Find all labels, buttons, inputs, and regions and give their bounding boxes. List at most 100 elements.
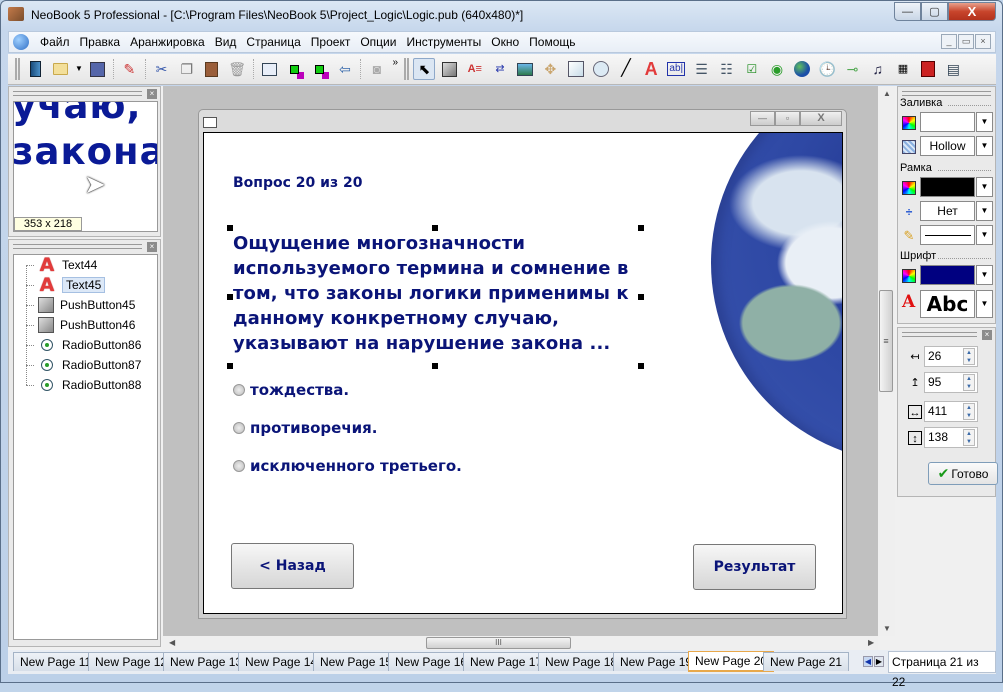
answer-option[interactable]: тождества. xyxy=(233,381,349,399)
paste-icon[interactable] xyxy=(201,58,223,80)
list-box-icon[interactable]: ☰ xyxy=(690,58,712,80)
tab-page[interactable]: New Page 20 xyxy=(688,651,775,672)
page-close-button[interactable]: X xyxy=(800,111,842,126)
title-bar[interactable]: NeoBook 5 Professional - [C:\Program Fil… xyxy=(1,1,1002,29)
menu-window[interactable]: Окно xyxy=(486,35,524,49)
border-width-select[interactable]: Нет xyxy=(920,201,975,221)
text-entry-icon[interactable]: ab| xyxy=(665,58,687,80)
animation-icon[interactable]: ▦ xyxy=(892,58,914,80)
menu-page[interactable]: Страница xyxy=(241,35,305,49)
tree-item-text44[interactable]: A Text44 xyxy=(26,255,97,275)
panel-grip[interactable] xyxy=(902,91,991,96)
radio-button[interactable] xyxy=(233,384,245,396)
panel-grip[interactable] xyxy=(13,244,142,249)
close-icon[interactable]: × xyxy=(147,242,157,252)
toolbar-grip[interactable] xyxy=(15,58,20,80)
panel-grip[interactable] xyxy=(13,91,142,96)
properties-icon[interactable] xyxy=(258,58,280,80)
tab-page[interactable]: New Page 11 xyxy=(13,652,99,671)
text-object-icon[interactable]: A xyxy=(640,58,662,80)
answer-option[interactable]: исключенного третьего. xyxy=(233,457,462,475)
radio-button[interactable] xyxy=(233,422,245,434)
menu-file[interactable]: Файл xyxy=(35,35,75,49)
menu-help[interactable]: Помощь xyxy=(524,35,580,49)
web-browser-icon[interactable] xyxy=(791,58,813,80)
height-input[interactable]: 138 ▲ ▼ xyxy=(924,427,978,448)
y-position-input[interactable]: 95 ▲ ▼ xyxy=(924,372,978,393)
chevron-down-icon[interactable]: ▼ xyxy=(976,177,993,197)
horizontal-scrollbar[interactable]: ◀ III ▶ xyxy=(163,636,878,650)
line-icon[interactable]: ╱ xyxy=(615,58,637,80)
new-project-icon[interactable] xyxy=(25,58,47,80)
resize-handle[interactable] xyxy=(638,225,644,231)
resize-handle[interactable] xyxy=(227,363,233,369)
pointer-icon[interactable]: ⬉ xyxy=(413,58,436,80)
text-box-icon[interactable]: A≡ xyxy=(464,58,486,80)
mdi-close-button[interactable]: × xyxy=(975,34,991,49)
menu-edit[interactable]: Правка xyxy=(75,35,126,49)
tab-page[interactable]: New Page 14 xyxy=(238,652,325,671)
menu-options[interactable]: Опции xyxy=(355,35,401,49)
chevron-down-icon[interactable]: ▼ xyxy=(976,265,993,285)
page-surface[interactable]: Вопрос 20 из 20 Ощущение многозначности … xyxy=(203,132,843,614)
chevron-down-icon[interactable]: ▼ xyxy=(976,112,993,132)
result-button[interactable]: Результат xyxy=(693,544,816,590)
menu-view[interactable]: Вид xyxy=(210,35,242,49)
answer-option[interactable]: противоречия. xyxy=(233,419,377,437)
page-minimize-button[interactable]: — xyxy=(750,111,775,126)
menu-tools[interactable]: Инструменты xyxy=(401,35,486,49)
close-icon[interactable]: × xyxy=(147,89,157,99)
timer-icon[interactable]: 🕒 xyxy=(816,58,838,80)
tab-page[interactable]: New Page 16 xyxy=(388,652,475,671)
copy-icon[interactable]: ❐ xyxy=(176,58,198,80)
align-icon[interactable]: ◙ xyxy=(366,58,388,80)
width-input[interactable]: 411 ▲ ▼ xyxy=(924,401,978,422)
resize-handle[interactable] xyxy=(432,363,438,369)
cut-icon[interactable]: ✂ xyxy=(151,58,173,80)
group-icon[interactable] xyxy=(283,58,305,80)
trackbar-icon[interactable]: ⊸ xyxy=(842,58,864,80)
gallery-icon[interactable]: ▤ xyxy=(942,58,964,80)
tab-page[interactable]: New Page 13 xyxy=(163,652,250,671)
font-color-select[interactable] xyxy=(920,265,975,285)
spinner[interactable]: ▲ ▼ xyxy=(963,374,975,391)
tree-item-radiobutton86[interactable]: RadioButton86 xyxy=(26,335,141,355)
question-text[interactable]: Ощущение многозначности используемого те… xyxy=(233,231,643,356)
push-button-icon[interactable] xyxy=(439,58,461,80)
border-color-select[interactable] xyxy=(920,177,975,197)
resize-handle[interactable] xyxy=(227,225,233,231)
radio-button[interactable] xyxy=(233,460,245,472)
design-canvas[interactable]: — ▫ X Вопрос 20 из 20 Ощущение многознач… xyxy=(163,86,878,636)
tab-page[interactable]: New Page 18 xyxy=(538,652,625,671)
radio-button-icon[interactable]: ◉ xyxy=(766,58,788,80)
tab-page[interactable]: New Page 15 xyxy=(313,652,400,671)
back-button[interactable]: < Назад xyxy=(231,543,354,589)
resize-handle[interactable] xyxy=(638,294,644,300)
combo-box-icon[interactable]: ☷ xyxy=(716,58,738,80)
mdi-restore-button[interactable]: ▭ xyxy=(958,34,974,49)
tab-page[interactable]: New Page 21 xyxy=(763,652,850,671)
next-tab-icon[interactable]: ▶ xyxy=(874,656,884,667)
x-position-input[interactable]: 26 ▲ ▼ xyxy=(924,346,978,367)
spinner[interactable]: ▲ ▼ xyxy=(963,429,975,446)
resize-handle[interactable] xyxy=(227,294,233,300)
panel-grip[interactable] xyxy=(902,332,977,337)
mdi-minimize-button[interactable]: _ xyxy=(941,34,957,49)
rectangle-icon[interactable] xyxy=(565,58,587,80)
check-box-icon[interactable]: ☑ xyxy=(741,58,763,80)
ungroup-icon[interactable] xyxy=(309,58,331,80)
globe-icon[interactable] xyxy=(13,34,29,50)
maximize-button[interactable]: ▢ xyxy=(921,2,948,21)
media-player-icon[interactable]: ♫ xyxy=(867,58,889,80)
close-icon[interactable]: × xyxy=(982,330,992,340)
done-button[interactable]: ✔ Готово xyxy=(928,462,998,485)
delete-icon[interactable]: 🗑 xyxy=(226,58,248,80)
fill-color-select[interactable] xyxy=(920,112,975,132)
toolbar-grip-2[interactable] xyxy=(403,58,409,80)
tree-item-pushbutton46[interactable]: PushButton46 xyxy=(26,315,135,335)
chevron-down-icon[interactable]: ▼ xyxy=(976,201,993,221)
resize-handle[interactable] xyxy=(638,363,644,369)
fill-pattern-select[interactable]: Hollow xyxy=(920,136,975,156)
tree-item-radiobutton87[interactable]: RadioButton87 xyxy=(26,355,141,375)
bring-front-icon[interactable]: ⇦ xyxy=(334,58,356,80)
